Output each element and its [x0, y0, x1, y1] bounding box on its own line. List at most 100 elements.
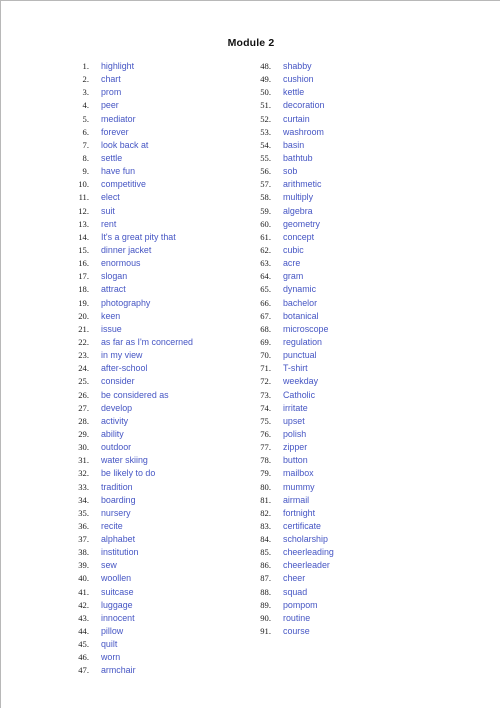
vocabulary-item: 1. highlight — [63, 60, 238, 73]
vocabulary-item: 82. fortnight — [245, 507, 425, 520]
vocabulary-item-number: 74. — [260, 402, 271, 413]
vocabulary-item-number: 10. — [78, 179, 89, 190]
vocabulary-item-term: button — [283, 455, 308, 466]
vocabulary-item-number: 87. — [260, 573, 271, 584]
vocabulary-item: 71. T-shirt — [245, 362, 425, 375]
vocabulary-item: 65. dynamic — [245, 283, 425, 296]
vocabulary-item-term: worn — [101, 652, 121, 663]
vocabulary-item: 23. in my view — [63, 349, 238, 362]
vocabulary-item: 84. scholarship — [245, 533, 425, 546]
vocabulary-item-number: 4. — [82, 100, 89, 111]
vocabulary-item: 42. luggage — [63, 599, 238, 612]
vocabulary-item-term: sew — [101, 560, 117, 571]
vocabulary-item: 73. Catholic — [245, 389, 425, 402]
vocabulary-item-term: water skiing — [101, 455, 148, 466]
vocabulary-item-term: shabby — [283, 61, 312, 71]
vocabulary-item-number: 78. — [260, 455, 271, 466]
vocabulary-columns: 1. highlight 2. chart 3. prom 4. peer 5. mediator… — [1, 60, 500, 678]
vocabulary-item-term: highlight — [101, 61, 135, 71]
vocabulary-item: 6. forever — [63, 126, 238, 139]
vocabulary-item-term: woollen — [101, 573, 132, 584]
vocabulary-item: 77. zipper — [245, 441, 425, 454]
vocabulary-item: 58. multiply — [245, 191, 425, 204]
vocabulary-item-number: 76. — [260, 428, 271, 439]
vocabulary-item-number: 84. — [260, 534, 271, 545]
vocabulary-item-number: 37. — [78, 534, 89, 545]
vocabulary-item-term: It's a great pity that — [101, 231, 176, 242]
vocabulary-item: 13. rent — [63, 218, 238, 231]
vocabulary-item-number: 83. — [260, 520, 271, 531]
vocabulary-item-term: kettle — [283, 87, 305, 98]
vocabulary-item-number: 86. — [260, 560, 271, 571]
vocabulary-item-term: be considered as — [101, 389, 169, 400]
vocabulary-item-number: 18. — [78, 284, 89, 295]
vocabulary-item-number: 34. — [78, 494, 89, 505]
vocabulary-item-term: washroom — [283, 126, 324, 137]
vocabulary-item: 18. attract — [63, 283, 238, 296]
vocabulary-item-number: 49. — [260, 74, 271, 85]
vocabulary-item: 69. regulation — [245, 336, 425, 349]
vocabulary-item-number: 54. — [260, 139, 271, 150]
vocabulary-item-term: enormous — [101, 258, 141, 269]
vocabulary-item-number: 47. — [78, 665, 89, 676]
vocabulary-item-term: T-shirt — [283, 363, 308, 374]
vocabulary-item: 52. curtain — [245, 113, 425, 126]
vocabulary-item: 25. consider — [63, 375, 238, 388]
vocabulary-item-term: routine — [283, 612, 311, 623]
vocabulary-item-term: squad — [283, 586, 308, 597]
vocabulary-item: 30. outdoor — [63, 441, 238, 454]
vocabulary-item-number: 60. — [260, 218, 271, 229]
vocabulary-item: 57. arithmetic — [245, 178, 425, 191]
vocabulary-item-number: 57. — [260, 179, 271, 190]
vocabulary-item-number: 59. — [260, 205, 271, 216]
vocabulary-item-number: 11. — [78, 192, 89, 203]
vocabulary-item-number: 17. — [78, 271, 89, 282]
vocabulary-item-term: forever — [101, 126, 129, 137]
vocabulary-item: 91. course — [245, 625, 425, 638]
vocabulary-item-term: polish — [283, 428, 307, 439]
vocabulary-item: 40. woollen — [63, 572, 238, 585]
vocabulary-item-term: bachelor — [283, 297, 318, 308]
vocabulary-item-number: 53. — [260, 126, 271, 137]
vocabulary-item-term: boarding — [101, 494, 136, 505]
vocabulary-item-term: scholarship — [283, 534, 328, 545]
vocabulary-item-number: 73. — [260, 389, 271, 400]
vocabulary-item-term: mummy — [283, 481, 315, 492]
vocabulary-item-number: 9. — [82, 166, 89, 177]
vocabulary-item-term: dynamic — [283, 284, 317, 295]
vocabulary-item-term: curtain — [283, 113, 310, 124]
vocabulary-item-number: 51. — [260, 100, 271, 111]
vocabulary-item-number: 38. — [78, 547, 89, 558]
vocabulary-item-number: 72. — [260, 376, 271, 387]
vocabulary-item-term: after-school — [101, 363, 148, 374]
vocabulary-item: 81. airmail — [245, 494, 425, 507]
vocabulary-item: 26. be considered as — [63, 389, 238, 402]
vocabulary-item-term: elect — [101, 192, 120, 203]
vocabulary-item: 16. enormous — [63, 257, 238, 270]
vocabulary-item: 79. mailbox — [245, 467, 425, 480]
vocabulary-item-number: 22. — [78, 336, 89, 347]
vocabulary-item-number: 1. — [82, 61, 89, 71]
vocabulary-item-number: 85. — [260, 547, 271, 558]
vocabulary-item: 31. water skiing — [63, 454, 238, 467]
vocabulary-item: 45. quilt — [63, 638, 238, 651]
vocabulary-item-term: suitcase — [101, 586, 134, 597]
page-title: Module 2 — [227, 37, 275, 49]
vocabulary-item-number: 44. — [78, 626, 89, 637]
vocabulary-item: 85. cheerleading — [245, 546, 425, 559]
vocabulary-item-term: keen — [101, 310, 121, 321]
vocabulary-item-term: develop — [101, 402, 133, 413]
vocabulary-item: 76. polish — [245, 428, 425, 441]
vocabulary-item-number: 25. — [78, 376, 89, 387]
vocabulary-item-number: 6. — [82, 126, 89, 137]
vocabulary-item: 83. certificate — [245, 520, 425, 533]
vocabulary-item-term: pillow — [101, 626, 124, 637]
vocabulary-item: 34. boarding — [63, 494, 238, 507]
vocabulary-item-number: 23. — [78, 350, 89, 361]
vocabulary-item-number: 62. — [260, 244, 271, 255]
vocabulary-item-number: 2. — [82, 74, 89, 85]
vocabulary-item: 74. irritate — [245, 402, 425, 415]
vocabulary-item: 72. weekday — [245, 375, 425, 388]
vocabulary-item-number: 91. — [260, 626, 271, 637]
vocabulary-item-number: 43. — [78, 612, 89, 623]
